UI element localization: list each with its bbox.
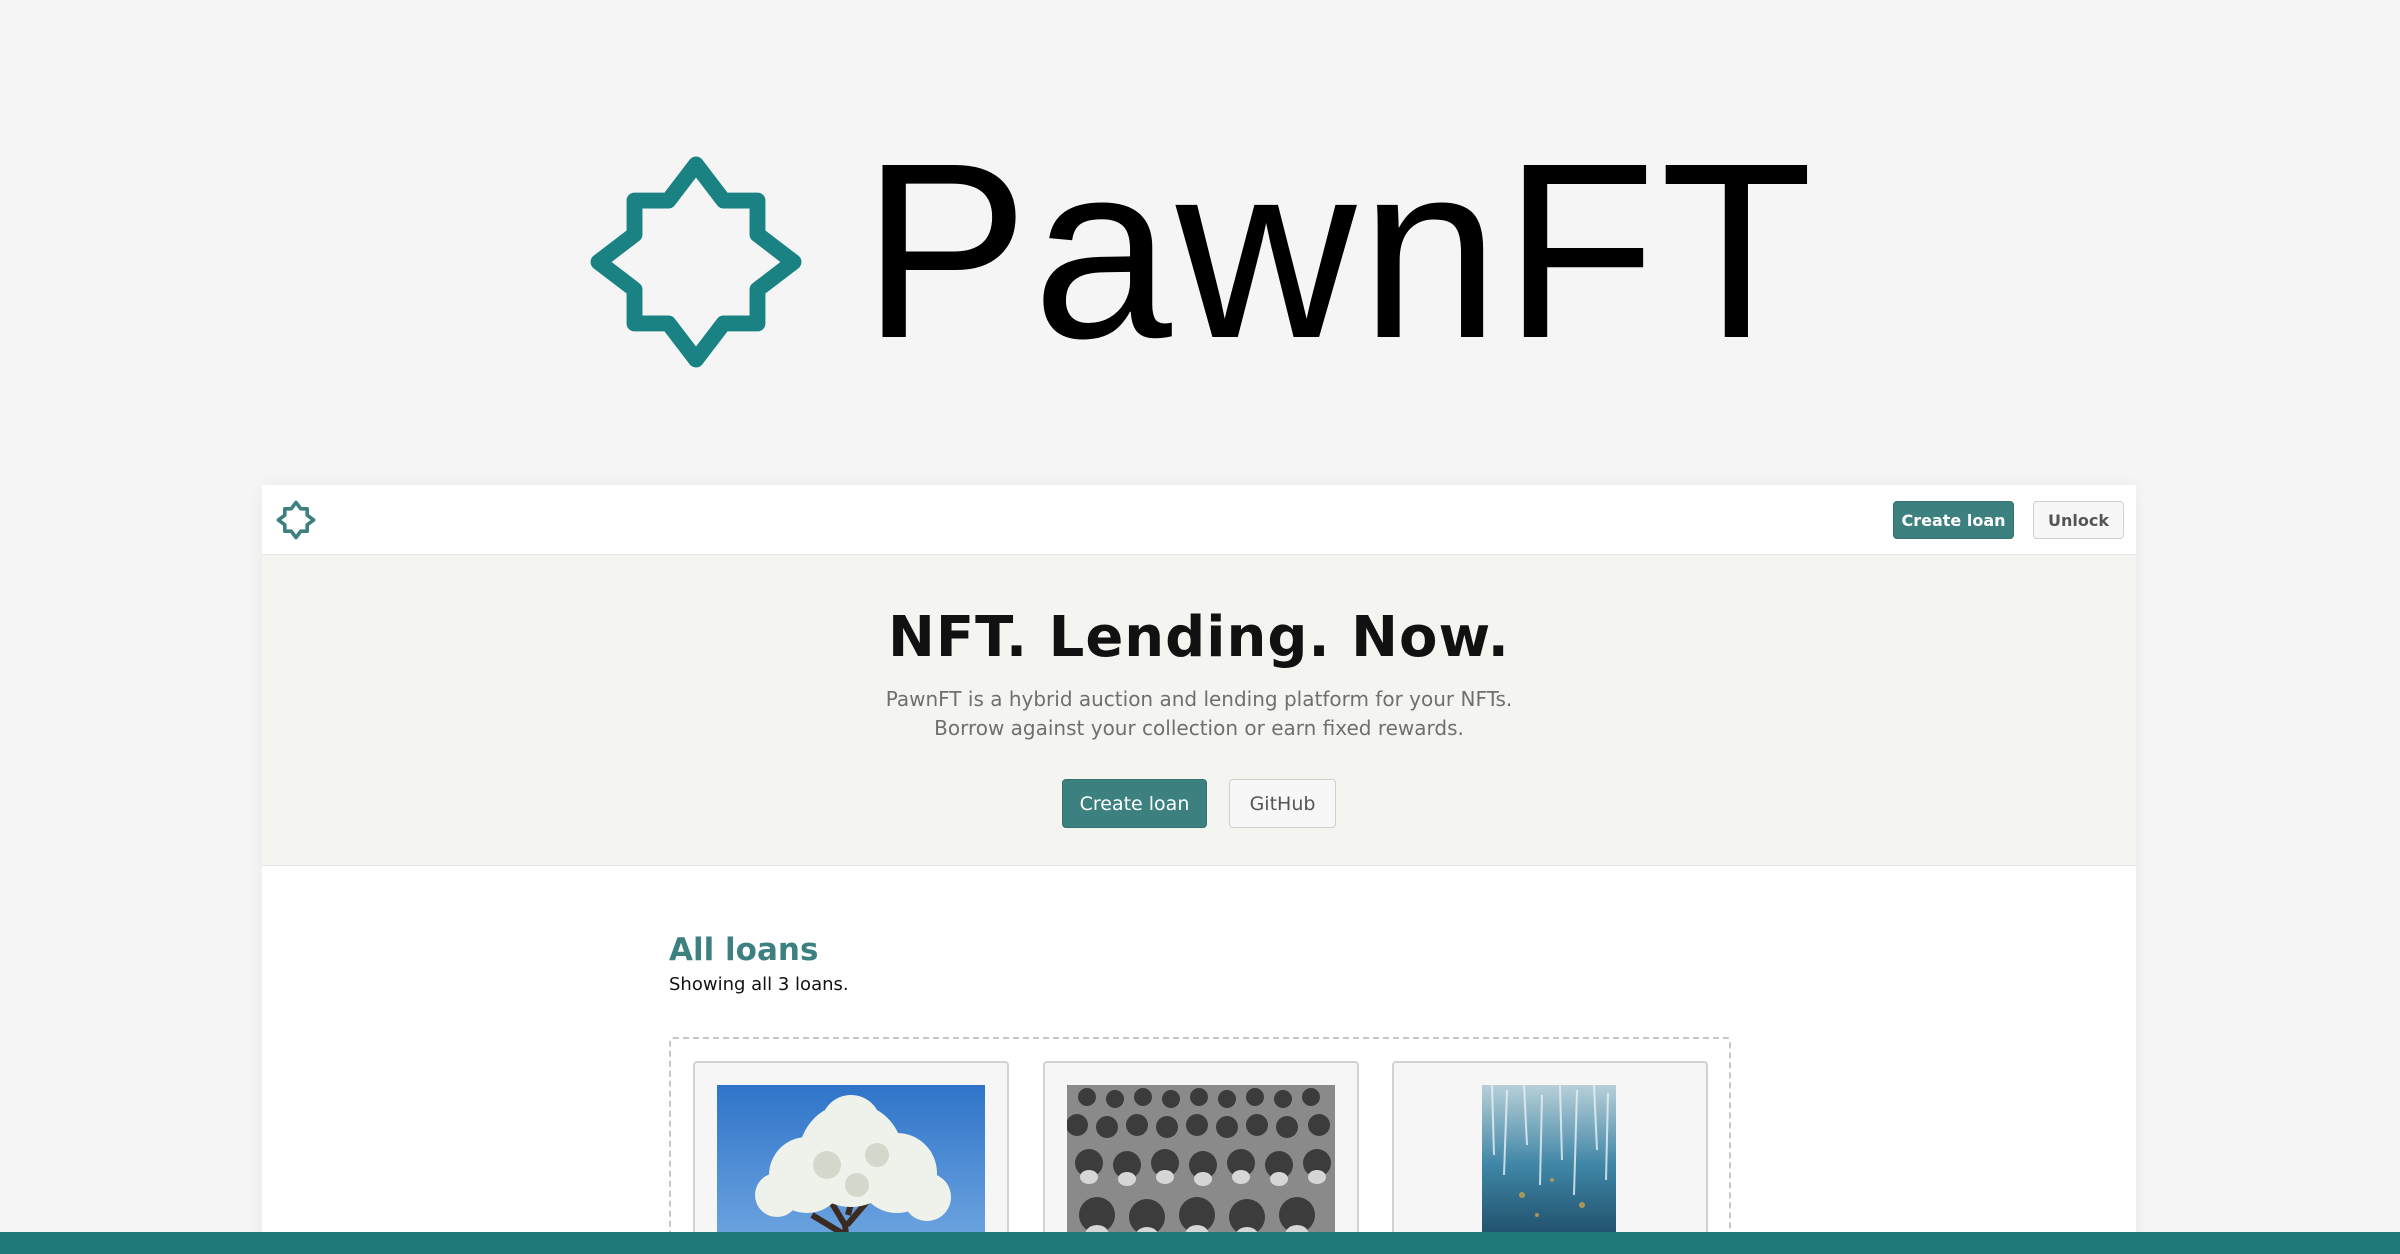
loans-grid (669, 1037, 1731, 1254)
hero-description-line-2: Borrow against your collection or earn f… (934, 716, 1464, 740)
nav-actions: Create loan Unlock (1893, 501, 2124, 539)
hero-description: PawnFT is a hybrid auction and lending p… (262, 685, 2136, 743)
bottom-accent-bar (0, 1232, 2400, 1254)
hero-actions: Create loan GitHub (262, 779, 2136, 828)
hero-title: NFT. Lending. Now. (888, 605, 1510, 670)
blue-abstract-image (1482, 1085, 1616, 1254)
nav-create-loan-button[interactable]: Create loan (1893, 501, 2014, 539)
loans-count: Showing all 3 loans. (669, 974, 849, 995)
app-window: Create loan Unlock NFT. Lending. Now. Pa… (262, 485, 2136, 1254)
blossoming-tree-image (717, 1085, 985, 1254)
loan-card[interactable] (1392, 1061, 1708, 1254)
navbar: Create loan Unlock (262, 485, 2136, 555)
loan-card[interactable] (1043, 1061, 1359, 1254)
eight-point-star-outline-icon[interactable] (276, 500, 316, 540)
loans-section: All loans Showing all 3 loans. (669, 932, 1733, 1254)
github-button[interactable]: GitHub (1229, 779, 1336, 828)
hero-create-loan-button[interactable]: Create loan (1062, 779, 1207, 828)
eight-point-star-outline-icon (590, 156, 802, 368)
loan-card[interactable] (693, 1061, 1009, 1254)
brand-header: PawnFT (590, 126, 1813, 376)
unlock-button[interactable]: Unlock (2033, 501, 2124, 539)
brand-name: PawnFT (862, 111, 1817, 390)
loans-title: All loans (669, 932, 819, 968)
hero-description-line-1: PawnFT is a hybrid auction and lending p… (885, 687, 1513, 711)
soldiers-crowd-image (1067, 1085, 1335, 1254)
